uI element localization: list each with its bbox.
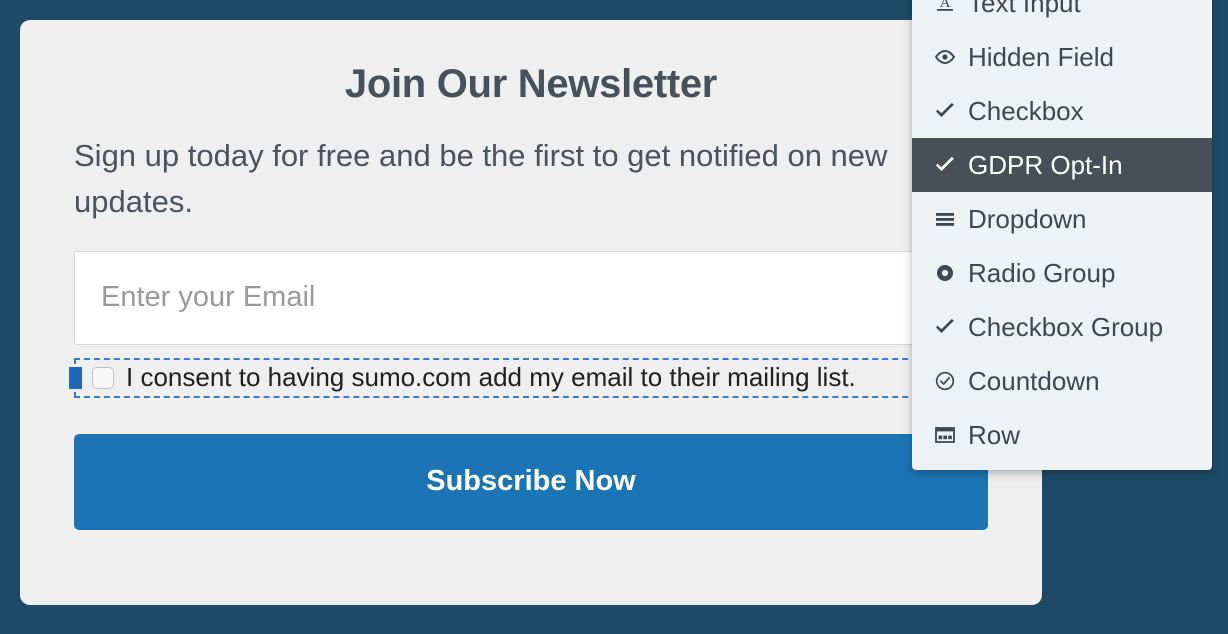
consent-checkbox[interactable] [92,366,114,389]
element-type-menu[interactable]: A Text Input Hidden Field Checkbox GDPR Opt-… [912,0,1212,470]
clock-check-icon [934,370,968,392]
menu-item-radio-group[interactable]: Radio Group [912,246,1212,300]
newsletter-form-card: Join Our Newsletter Sign up today for fr… [20,20,1042,605]
page-title: Join Our Newsletter [344,62,718,106]
menu-item-text-input[interactable]: A Text Input [912,0,1212,30]
check-icon [934,316,968,338]
menu-item-label: Dropdown [968,203,1087,234]
menu-item-row[interactable]: Row [912,408,1212,462]
menu-item-label: Checkbox Group [968,311,1164,342]
form-subtitle: Sign up today for free and be the first … [74,138,888,219]
menu-item-label: Row [968,419,1021,450]
text-input-icon: A [934,0,968,14]
selection-handle-left[interactable] [69,366,82,389]
subscribe-button[interactable]: Subscribe Now [74,433,988,530]
menu-item-label: Checkbox [968,95,1084,126]
menu-item-checkbox[interactable]: Checkbox [912,84,1212,138]
menu-item-label: Text Input [968,0,1081,18]
gdpr-consent-row[interactable]: I consent to having sumo.com add my emai… [69,357,988,398]
consent-label: I consent to having sumo.com add my emai… [126,362,856,393]
menu-item-dropdown[interactable]: Dropdown [912,192,1212,246]
menu-item-gdpr-opt-in[interactable]: GDPR Opt-In [912,138,1212,192]
email-field[interactable] [74,250,988,345]
eye-icon [934,46,968,68]
menu-item-label: Hidden Field [968,41,1114,72]
menu-item-countdown[interactable]: Countdown [912,354,1212,408]
menu-item-label: Radio Group [968,257,1116,288]
check-icon [934,100,968,122]
menu-item-label: GDPR Opt-In [968,149,1123,180]
hamburger-icon [934,208,968,230]
menu-item-hidden-field[interactable]: Hidden Field [912,30,1212,84]
row-layout-icon [934,424,968,446]
menu-item-checkbox-group[interactable]: Checkbox Group [912,300,1212,354]
check-icon [934,154,968,176]
menu-item-label: Countdown [968,365,1100,396]
radio-icon [934,262,968,284]
